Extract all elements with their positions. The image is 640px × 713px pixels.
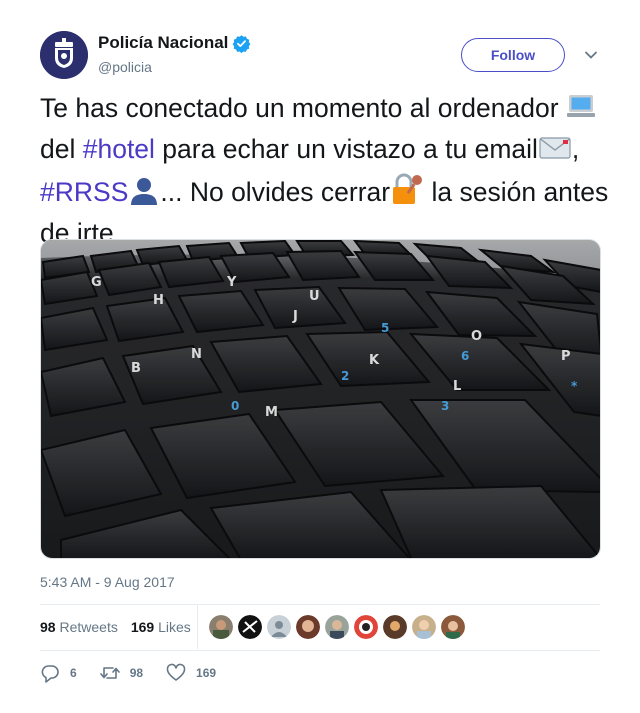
- retweets-stat[interactable]: 98 Retweets: [40, 619, 118, 635]
- hashtag-link[interactable]: #hotel: [83, 134, 155, 164]
- police-badge-icon: [40, 31, 88, 79]
- like-count: 169: [196, 666, 217, 680]
- retweet-icon[interactable]: [99, 663, 120, 683]
- liker-avatar[interactable]: [238, 615, 262, 639]
- retweet-count: 98: [129, 666, 144, 680]
- like-action[interactable]: 169: [166, 663, 216, 683]
- lock-with-key-emoji-icon: [390, 172, 424, 215]
- display-name[interactable]: Policía Nacional: [98, 33, 228, 53]
- hashtag-link[interactable]: #RRSS: [40, 177, 128, 207]
- likes-count: 169: [130, 619, 155, 635]
- tweet-photo[interactable]: GHY JKL BNM OPU 230 6 5 *: [40, 239, 601, 559]
- liker-avatar[interactable]: [412, 615, 436, 639]
- divider: [40, 650, 600, 651]
- liker-avatar[interactable]: [296, 615, 320, 639]
- account-name-row[interactable]: Policía Nacional: [98, 33, 251, 53]
- liker-avatar[interactable]: [325, 615, 349, 639]
- liker-avatar[interactable]: [209, 615, 233, 639]
- liker-avatars: [209, 615, 465, 639]
- tweet-stats: 98 Retweets 169 Likes: [40, 619, 191, 635]
- keyboard-photo: GHY JKL BNM OPU 230 65*: [41, 240, 600, 558]
- liker-avatar[interactable]: [441, 615, 465, 639]
- tweet-actions: 6 98 169: [40, 663, 239, 683]
- person-silhouette-emoji-icon: [128, 174, 160, 215]
- reply-count: 6: [70, 666, 77, 680]
- liker-avatar[interactable]: [354, 615, 378, 639]
- likes-stat[interactable]: 169 Likes: [131, 619, 191, 635]
- account-handle[interactable]: @policia: [98, 59, 152, 75]
- verified-badge-icon: [232, 34, 251, 53]
- email-emoji-icon: [538, 133, 572, 172]
- reply-action[interactable]: 6: [40, 663, 77, 683]
- stat-separator: [197, 605, 198, 649]
- follow-button[interactable]: Follow: [461, 38, 565, 72]
- profile-avatar[interactable]: [40, 31, 88, 79]
- liker-avatar[interactable]: [383, 615, 407, 639]
- tweet-text-part: del: [40, 134, 83, 164]
- liker-avatar[interactable]: [267, 615, 291, 639]
- likes-label: Likes: [158, 619, 191, 635]
- retweet-action[interactable]: 98: [99, 663, 144, 683]
- heart-icon[interactable]: [166, 663, 186, 683]
- chevron-down-icon[interactable]: [584, 48, 598, 62]
- retweets-count: 98: [40, 619, 56, 635]
- tweet-text-part: Te has conectado un momento al ordenador: [40, 93, 566, 123]
- tweet-timestamp[interactable]: 5:43 AM - 9 Aug 2017: [40, 574, 175, 590]
- divider: [40, 604, 600, 605]
- tweet-text-part: para echar un vistazo a tu email: [154, 134, 538, 164]
- laptop-emoji-icon: [566, 92, 596, 131]
- tweet-text: Te has conectado un momento al ordenador…: [40, 90, 610, 251]
- reply-icon[interactable]: [40, 663, 60, 683]
- retweets-label: Retweets: [59, 619, 118, 635]
- tweet-text-part: ,: [571, 134, 580, 164]
- tweet-text-part: ... No olvides cerrar: [160, 177, 391, 207]
